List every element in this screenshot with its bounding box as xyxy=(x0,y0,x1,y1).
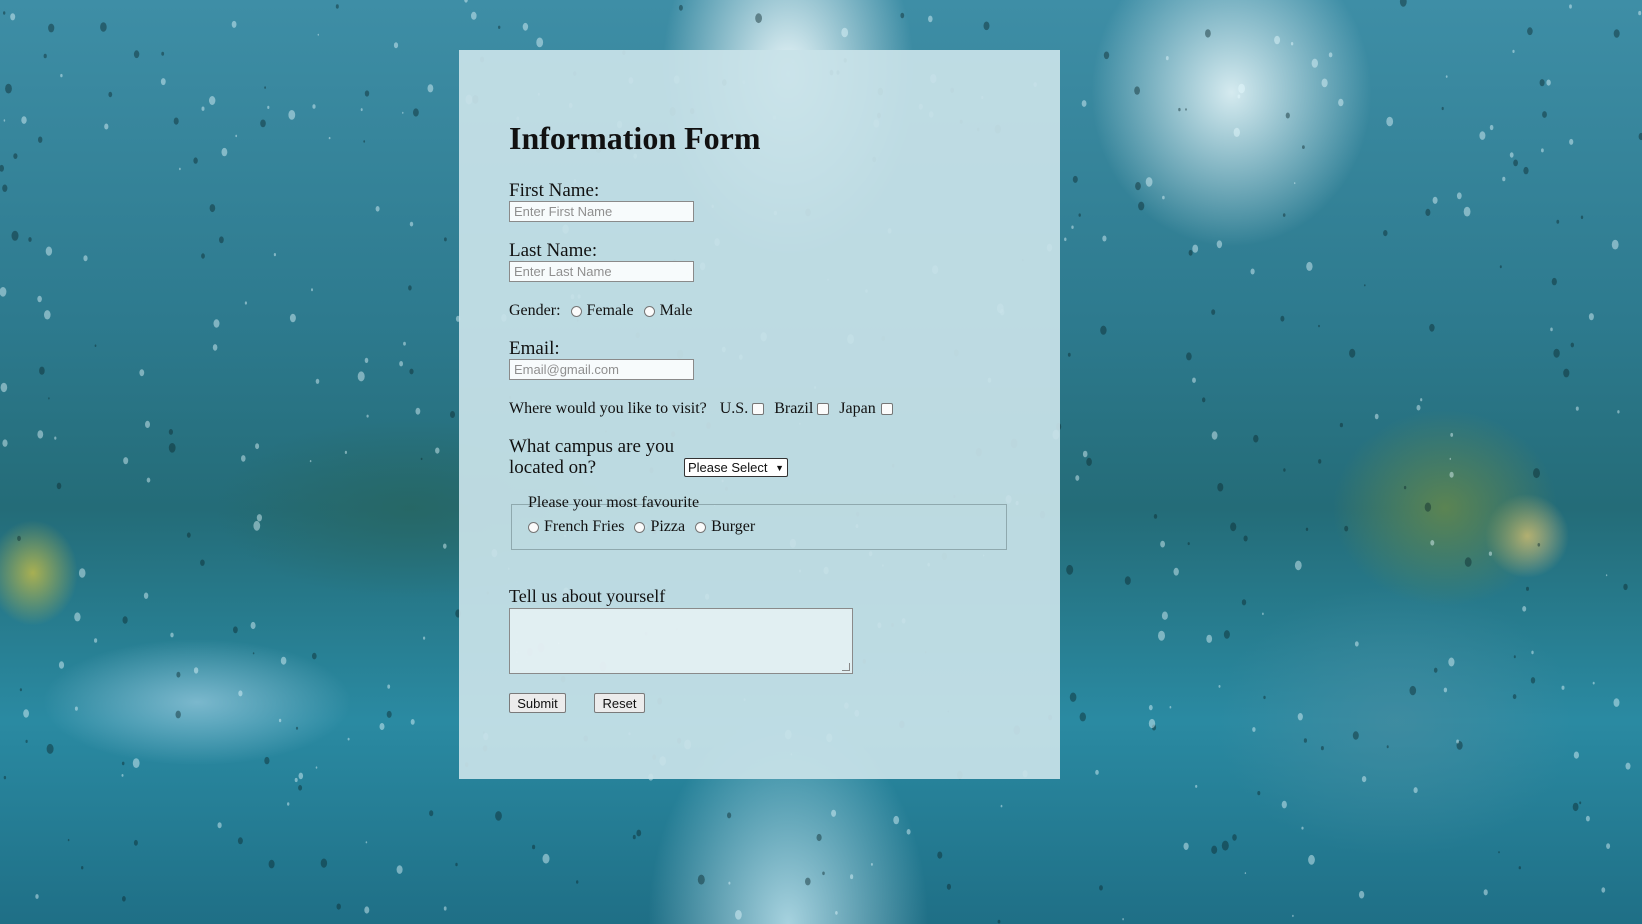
campus-label-line2: located on? xyxy=(509,457,597,478)
chevron-down-icon: ▼ xyxy=(775,462,784,473)
visit-us-label: U.S. xyxy=(719,400,749,417)
last-name-label: Last Name: xyxy=(509,240,598,261)
last-name-input[interactable] xyxy=(509,261,694,282)
favourite-fieldset: Please your most favourite French Fries … xyxy=(511,494,1007,550)
visit-japan-label: Japan xyxy=(839,400,876,417)
gender-label: Gender: xyxy=(509,302,561,319)
favourite-options: French Fries Pizza Burger xyxy=(528,517,755,537)
visit-row: Where would you like to visit? U.S. Braz… xyxy=(509,399,893,419)
campus-select[interactable]: Please Select ▼ xyxy=(684,458,788,477)
first-name-input[interactable] xyxy=(509,201,694,222)
about-textarea[interactable] xyxy=(509,608,853,674)
favourite-burger-radio[interactable] xyxy=(695,521,707,533)
visit-us-checkbox[interactable] xyxy=(752,403,765,415)
form-title: Information Form xyxy=(509,120,761,156)
visit-brazil-checkbox[interactable] xyxy=(817,403,830,415)
first-name-label: First Name: xyxy=(509,180,600,201)
information-form-card: Information Form First Name: Last Name: … xyxy=(459,50,1060,779)
campus-label: What campus are you located on? xyxy=(509,436,674,478)
favourite-legend: Please your most favourite xyxy=(528,494,700,511)
email-label: Email: xyxy=(509,338,560,359)
favourite-burger-label: Burger xyxy=(711,518,756,535)
gender-row: Gender: Female Male xyxy=(509,301,693,321)
campus-select-value: Please Select xyxy=(688,460,768,475)
visit-brazil-label: Brazil xyxy=(774,400,814,417)
favourite-french-fries-radio[interactable] xyxy=(528,521,539,533)
gender-male-radio[interactable] xyxy=(643,305,655,317)
visit-japan-checkbox[interactable] xyxy=(880,403,893,415)
favourite-pizza-radio[interactable] xyxy=(634,521,646,533)
campus-label-line1: What campus are you xyxy=(509,436,675,457)
favourite-pizza-label: Pizza xyxy=(650,518,686,535)
email-input[interactable] xyxy=(509,359,694,380)
gender-male-label: Male xyxy=(659,302,693,319)
about-label: Tell us about yourself xyxy=(509,586,666,606)
gender-female-label: Female xyxy=(586,302,634,319)
submit-button[interactable]: Submit xyxy=(509,693,566,713)
gender-female-radio[interactable] xyxy=(570,305,582,317)
reset-button[interactable]: Reset xyxy=(594,693,645,713)
visit-label: Where would you like to visit? xyxy=(509,400,707,417)
resize-handle-icon[interactable] xyxy=(842,663,850,671)
favourite-french-fries-label: French Fries xyxy=(544,518,625,535)
